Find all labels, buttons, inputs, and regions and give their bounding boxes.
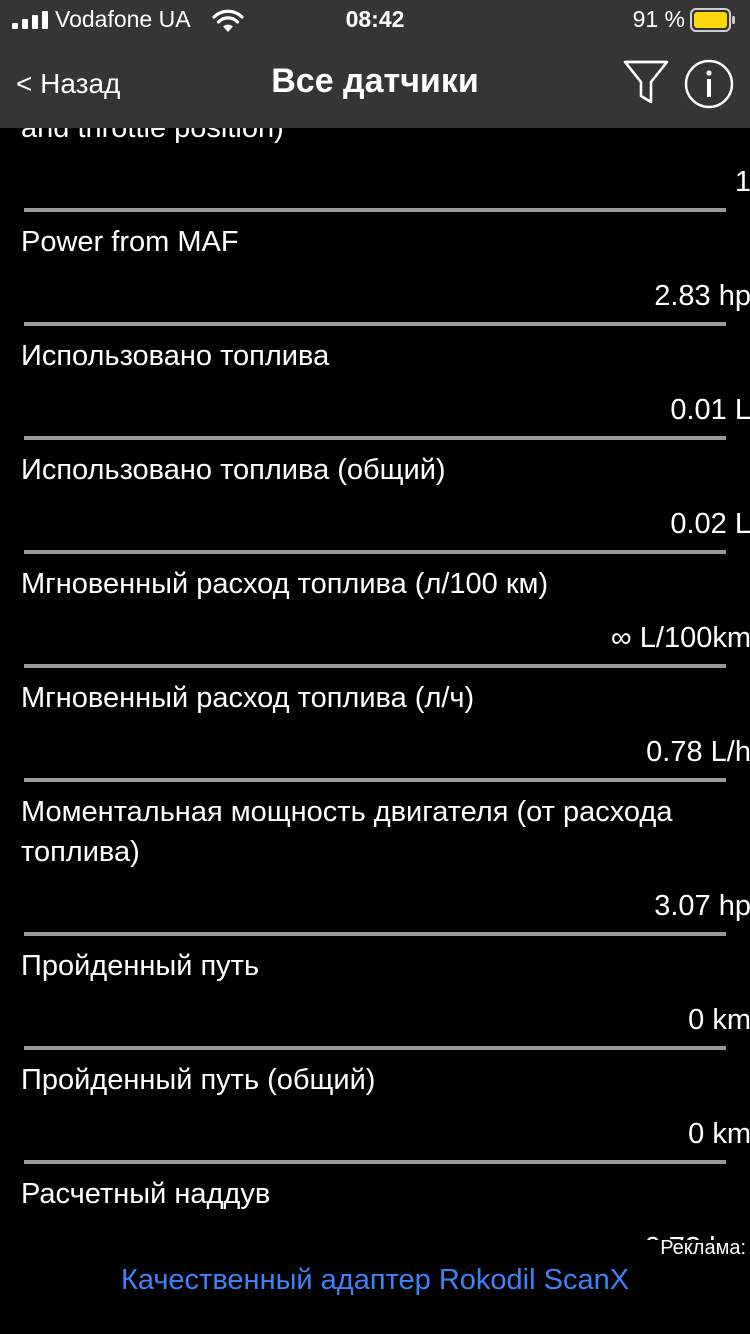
sensor-list-content: and throttle position) 1 Power from MAF … xyxy=(0,128,750,1240)
filter-icon[interactable] xyxy=(622,58,670,108)
sensor-row[interactable]: Мгновенный расход топлива (л/ч) 0.78 L/h xyxy=(21,668,750,782)
sensor-value: 2.83 hp xyxy=(654,280,750,312)
info-icon[interactable] xyxy=(684,59,734,109)
sensor-row[interactable]: Пройденный путь 0 km xyxy=(21,936,750,1050)
sensor-list[interactable]: and throttle position) 1 Power from MAF … xyxy=(0,128,750,1240)
battery-percent: 91 % xyxy=(632,6,685,32)
back-button[interactable]: < Назад xyxy=(16,68,120,100)
sensor-name: Power from MAF xyxy=(21,226,239,258)
sensor-row[interactable]: Расчетный наддув -0.72 bar xyxy=(21,1164,750,1240)
sensor-row[interactable]: and throttle position) 1 xyxy=(21,128,750,212)
sensor-value: 0 km xyxy=(688,1118,750,1150)
ad-label: Реклама: xyxy=(660,1237,746,1259)
sensor-value: 0 km xyxy=(688,1004,750,1036)
sensor-name: and throttle position) xyxy=(21,128,284,144)
sensor-value: -0.72 bar xyxy=(21,1228,750,1240)
sensor-row[interactable]: Пройденный путь (общий) 0 km xyxy=(21,1050,750,1164)
sensor-value: 0.02 L xyxy=(670,508,750,540)
sensor-row[interactable]: Использовано топлива (общий) 0.02 L xyxy=(21,440,750,554)
sensor-name: Моментальная мощность двигателя (от расх… xyxy=(21,796,673,868)
sensor-row[interactable]: Мгновенный расход топлива (л/100 км) ∞ L… xyxy=(21,554,750,668)
sensor-name: Расчетный наддув xyxy=(21,1178,271,1210)
sensor-name: Мгновенный расход топлива (л/100 км) xyxy=(21,568,549,600)
sensor-row[interactable]: Использовано топлива 0.01 L xyxy=(21,326,750,440)
sensor-name: Пройденный путь (общий) xyxy=(21,1064,376,1096)
sensor-value: 3.07 hp xyxy=(654,890,750,922)
sensor-row[interactable]: Моментальная мощность двигателя (от расх… xyxy=(21,782,750,936)
sensor-row[interactable]: Power from MAF 2.83 hp xyxy=(21,212,750,326)
sensor-name: Использовано топлива (общий) xyxy=(21,454,446,486)
sensor-value: 1 xyxy=(734,166,750,198)
sensor-value: 0.01 L xyxy=(670,394,750,426)
sensor-value: ∞ L/100km xyxy=(611,622,750,654)
status-bar: Vodafone UA 08:42 91 % xyxy=(0,0,750,40)
header: Vodafone UA 08:42 91 % < Назад Все датчи… xyxy=(0,0,750,128)
ad-link[interactable]: Качественный адаптер Rokodil ScanX xyxy=(0,1264,750,1297)
sensor-name: Использовано топлива xyxy=(21,340,330,372)
sensor-name: Пройденный путь xyxy=(21,950,260,982)
sensor-name: Мгновенный расход топлива (л/ч) xyxy=(21,682,475,714)
battery-icon xyxy=(690,8,735,32)
sensor-value: 0.78 L/h xyxy=(646,736,750,768)
